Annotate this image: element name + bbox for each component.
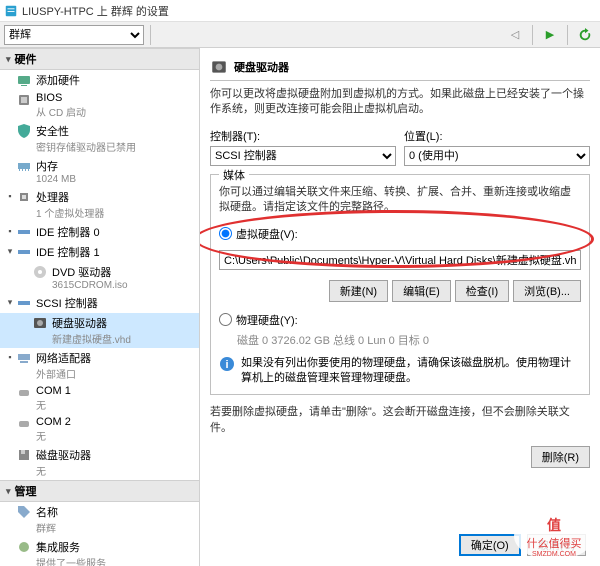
expand-icon[interactable]: ▪ xyxy=(4,189,16,201)
watermark: 值 什么值得买 SMZDM.COM xyxy=(514,512,594,560)
svg-text:i: i xyxy=(225,359,228,371)
physical-disk-info: 磁盘 0 3726.02 GB 总线 0 Lun 0 目标 0 xyxy=(237,332,581,348)
controller-select[interactable]: SCSI 控制器 xyxy=(210,146,396,166)
controller-icon xyxy=(16,295,32,311)
inspect-button[interactable]: 检查(I) xyxy=(455,280,509,302)
panel-title: 硬盘驱动器 xyxy=(234,59,289,75)
toolbar-divider xyxy=(567,25,568,45)
window-title: LIUSPY-HTPC 上 群辉 的设置 xyxy=(22,3,169,19)
sidebar-item-ide1[interactable]: ▾ IDE 控制器 1 xyxy=(0,242,199,262)
chip-icon xyxy=(16,92,32,108)
collapse-icon[interactable]: ▾ xyxy=(4,295,16,308)
content-panel: 硬盘驱动器 你可以更改将虚拟硬盘附加到虚拟机的方式。如果此磁盘上已经安装了一个操… xyxy=(200,48,600,566)
expand-icon[interactable]: ▪ xyxy=(4,350,16,362)
new-button[interactable]: 新建(N) xyxy=(329,280,388,302)
sidebar-item-floppy[interactable]: 磁盘驱动器无 xyxy=(0,445,199,480)
sidebar-item-network[interactable]: ▪ 网络适配器外部通口 xyxy=(0,348,199,383)
remove-description: 若要删除虚拟硬盘，请单击"删除"。这会断开磁盘连接，但不会删除关联文件。 xyxy=(210,405,590,436)
refresh-button[interactable] xyxy=(576,26,594,44)
sidebar-item-memory[interactable]: 内存1024 MB xyxy=(0,156,199,187)
group-title: 媒体 xyxy=(219,167,249,183)
hardware-section-header[interactable]: ▾ 硬件 xyxy=(0,48,199,70)
controller-label: 控制器(T): xyxy=(210,128,396,144)
sidebar[interactable]: ▾ 硬件 添加硬件 BIOS从 CD 启动 安全性密钥存储驱动器已禁用 内存10… xyxy=(0,48,200,566)
toolbar-divider xyxy=(150,25,151,45)
shield-icon xyxy=(16,123,32,139)
title-bar: LIUSPY-HTPC 上 群辉 的设置 xyxy=(0,0,600,22)
sidebar-item-add-hardware[interactable]: 添加硬件 xyxy=(0,70,199,90)
panel-header: 硬盘驱动器 xyxy=(210,54,590,81)
info-icon: i xyxy=(219,356,235,372)
network-icon xyxy=(16,350,32,366)
port-icon xyxy=(16,385,32,401)
sidebar-item-com2[interactable]: COM 2无 xyxy=(0,414,199,445)
sidebar-item-scsi[interactable]: ▾ SCSI 控制器 xyxy=(0,293,199,313)
sidebar-item-name[interactable]: 名称群辉 xyxy=(0,502,199,537)
add-hardware-icon xyxy=(16,72,32,88)
section-title: 管理 xyxy=(15,483,37,499)
nav-forward-button[interactable]: ▶ xyxy=(541,26,559,44)
port-icon xyxy=(16,416,32,432)
nav-back-button[interactable]: ◁ xyxy=(506,26,524,44)
controller-icon xyxy=(16,244,32,260)
hdd-icon xyxy=(32,315,48,331)
services-icon xyxy=(16,539,32,555)
hdd-icon xyxy=(210,58,228,76)
expand-icon[interactable]: ▪ xyxy=(4,224,16,236)
sidebar-item-com1[interactable]: COM 1无 xyxy=(0,383,199,414)
physical-radio-row[interactable]: 物理硬盘(Y): xyxy=(219,312,581,328)
cpu-icon xyxy=(16,189,32,205)
caret-down-icon: ▾ xyxy=(6,486,11,497)
floppy-icon xyxy=(16,447,32,463)
ok-button[interactable]: 确定(O) xyxy=(459,534,521,556)
edit-button[interactable]: 编辑(E) xyxy=(392,280,451,302)
panel-description: 你可以更改将虚拟硬盘附加到虚拟机的方式。如果此磁盘上已经安装了一个操作系统，则更… xyxy=(210,87,590,118)
caret-down-icon: ▾ xyxy=(6,54,11,65)
controller-icon xyxy=(16,224,32,240)
vhd-path-input[interactable] xyxy=(219,250,581,270)
sidebar-item-ide0[interactable]: ▪ IDE 控制器 0 xyxy=(0,222,199,242)
location-label: 位置(L): xyxy=(404,128,590,144)
app-icon xyxy=(4,4,18,18)
tag-icon xyxy=(16,504,32,520)
vm-selector[interactable]: 群辉 xyxy=(4,25,144,45)
sidebar-item-dvd[interactable]: DVD 驱动器3615CDROM.iso xyxy=(0,262,199,293)
vhd-radio[interactable] xyxy=(219,227,232,240)
toolbar-divider xyxy=(532,25,533,45)
remove-button[interactable]: 删除(R) xyxy=(531,446,590,468)
dvd-icon xyxy=(32,264,48,280)
location-select[interactable]: 0 (使用中) xyxy=(404,146,590,166)
physical-note: 如果没有列出你要使用的物理硬盘，请确保该磁盘脱机。使用物理计算机上的磁盘管理来管… xyxy=(241,356,581,387)
memory-icon xyxy=(16,158,32,174)
section-title: 硬件 xyxy=(15,51,37,67)
toolbar: 群辉 ◁ ▶ xyxy=(0,22,600,48)
vhd-radio-row[interactable]: 虚拟硬盘(V): xyxy=(219,226,581,242)
browse-button[interactable]: 浏览(B)... xyxy=(513,280,581,302)
sidebar-item-security[interactable]: 安全性密钥存储驱动器已禁用 xyxy=(0,121,199,156)
media-group: 媒体 你可以通过编辑关联文件来压缩、转换、扩展、合并、重新连接或收缩虚拟硬盘。请… xyxy=(210,174,590,396)
media-description: 你可以通过编辑关联文件来压缩、转换、扩展、合并、重新连接或收缩虚拟硬盘。请指定该… xyxy=(219,185,581,216)
management-section-header[interactable]: ▾ 管理 xyxy=(0,480,199,502)
collapse-icon[interactable]: ▾ xyxy=(4,244,16,257)
sidebar-item-hdd[interactable]: 硬盘驱动器新建虚拟硬盘.vhd xyxy=(0,313,199,348)
sidebar-item-integration[interactable]: 集成服务提供了一些服务 xyxy=(0,537,199,566)
sidebar-item-bios[interactable]: BIOS从 CD 启动 xyxy=(0,90,199,121)
vhd-radio-label: 虚拟硬盘(V): xyxy=(236,226,298,242)
physical-radio[interactable] xyxy=(219,313,232,326)
physical-radio-label: 物理硬盘(Y): xyxy=(236,312,298,328)
sidebar-item-processor[interactable]: ▪ 处理器1 个虚拟处理器 xyxy=(0,187,199,222)
